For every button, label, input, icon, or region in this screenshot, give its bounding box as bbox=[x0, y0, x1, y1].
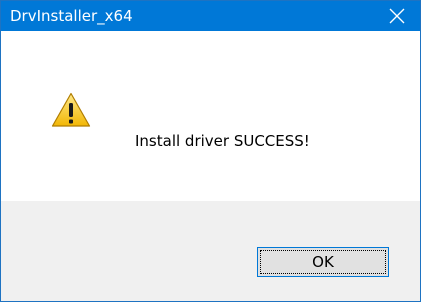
message-dialog: DrvInstaller_x64 Install driver SUCCESS!… bbox=[0, 0, 421, 302]
message-text: Install driver SUCCESS! bbox=[135, 132, 310, 150]
ok-button[interactable]: OK bbox=[257, 247, 389, 277]
window-title: DrvInstaller_x64 bbox=[10, 7, 133, 25]
warning-icon bbox=[51, 92, 91, 127]
title-bar[interactable]: DrvInstaller_x64 bbox=[1, 1, 420, 31]
ok-button-label: OK bbox=[312, 253, 334, 271]
close-icon bbox=[389, 8, 405, 24]
close-button[interactable] bbox=[374, 1, 420, 31]
